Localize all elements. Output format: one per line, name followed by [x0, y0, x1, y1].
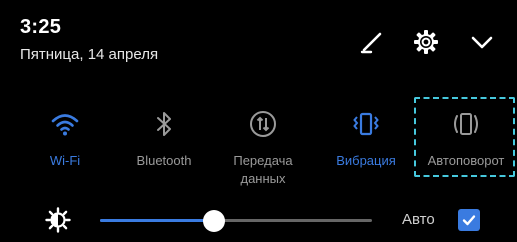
brightness-icon — [44, 206, 72, 234]
wifi-icon — [17, 106, 113, 142]
chevron-down-icon[interactable] — [466, 26, 498, 58]
auto-brightness-checkbox[interactable] — [458, 209, 480, 231]
mobile-data-icon — [215, 106, 311, 142]
gear-icon[interactable] — [410, 26, 442, 58]
toggle-label: Передача данных — [233, 153, 293, 186]
toggle-mobile-data[interactable]: Передача данных — [215, 96, 311, 196]
toggle-label: Wi-Fi — [49, 153, 81, 168]
brightness-slider[interactable] — [100, 210, 372, 232]
check-icon — [462, 215, 476, 226]
toggle-label: Автоповорот — [427, 153, 505, 168]
toggle-bluetooth[interactable]: Bluetooth — [116, 96, 212, 196]
toggle-vibration[interactable]: Вибрация — [318, 96, 414, 196]
toggle-label: Bluetooth — [136, 153, 192, 168]
auto-brightness-label: Авто — [402, 211, 435, 228]
vibration-icon — [318, 106, 414, 142]
clock-time: 3:25 — [20, 16, 62, 38]
rotate-icon — [412, 106, 517, 142]
status-header: 3:25 Пятница, 14 апреля — [0, 0, 517, 86]
toggle-wifi[interactable]: Wi-Fi — [17, 96, 113, 196]
toggle-label: Вибрация — [336, 153, 396, 168]
brightness-fill — [100, 219, 215, 222]
quick-toggles: Wi-Fi Bluetooth Передача данных Вибрация… — [0, 96, 517, 196]
brightness-thumb[interactable] — [203, 210, 226, 232]
edit-icon[interactable] — [356, 26, 388, 58]
date-label: Пятница, 14 апреля — [20, 46, 159, 63]
brightness-row: Авто — [0, 200, 517, 240]
toggle-auto-rotate[interactable]: Автоповорот — [412, 96, 517, 196]
bluetooth-icon — [116, 106, 212, 142]
